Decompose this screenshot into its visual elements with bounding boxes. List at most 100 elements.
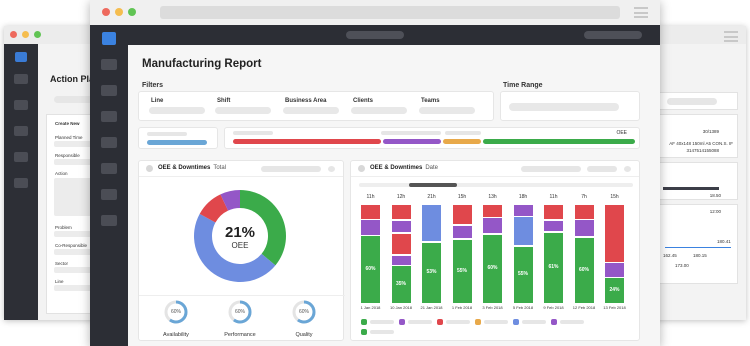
bar-total-label: 21h	[427, 194, 436, 200]
bar-segment	[513, 217, 533, 246]
stacked-bar[interactable]: 55%	[452, 203, 472, 303]
legend-text	[370, 320, 394, 324]
clients-select[interactable]	[351, 107, 407, 114]
legend-item[interactable]	[437, 319, 470, 325]
bar-value-label: 53%	[426, 269, 437, 276]
field-label: Responsible	[55, 153, 80, 158]
minimize-dot[interactable]	[115, 8, 123, 16]
bar-segment	[452, 225, 472, 239]
legend-item[interactable]	[399, 319, 432, 325]
nav-icon[interactable]	[101, 163, 117, 174]
field-label: Sector	[55, 261, 69, 266]
legend-swatch	[399, 319, 405, 325]
filter-label-line: Line	[151, 98, 164, 104]
value-text: 180.15	[693, 253, 707, 258]
close-dot[interactable]	[10, 31, 17, 38]
bar-segment	[544, 221, 563, 232]
page-title: Manufacturing Report	[142, 58, 262, 70]
bar-value-label: 60%	[487, 265, 498, 272]
maximize-dot[interactable]	[128, 8, 136, 16]
bar-segment	[391, 255, 411, 265]
nav-icon[interactable]	[14, 74, 28, 84]
bar-value-label: 35%	[395, 280, 406, 287]
gauge-label: Performance	[224, 332, 256, 338]
oee-segment-orange	[443, 139, 481, 144]
gauge-value: 60%	[234, 309, 245, 315]
legend-swatch	[361, 319, 367, 325]
nav-icon[interactable]	[101, 215, 117, 226]
business-area-select[interactable]	[283, 107, 339, 114]
value-text: 180.41	[717, 239, 731, 244]
x-tick-label: 3 Feb 2018	[482, 305, 503, 310]
legend-swatch	[475, 319, 481, 325]
search-box	[656, 92, 738, 110]
teams-select[interactable]	[419, 107, 475, 114]
x-tick-label: 21 Jan 2018	[420, 305, 443, 310]
menu-icon[interactable]	[634, 7, 648, 18]
oee-segment-green	[483, 139, 635, 144]
close-dot[interactable]	[102, 8, 110, 16]
filters-card: Line Shift Business Area Clients Teams	[138, 91, 494, 121]
nav-icon[interactable]	[101, 189, 117, 200]
bar-segment	[544, 204, 563, 220]
stacked-bar[interactable]: 55%	[513, 203, 533, 303]
bar-total-label: 11h	[549, 194, 558, 200]
stacked-bar[interactable]: 35%	[391, 203, 411, 303]
donut-center-label: 21% OEE	[210, 224, 270, 250]
legend-item[interactable]	[361, 319, 394, 325]
field-label: Problem	[55, 225, 72, 230]
minimize-dot[interactable]	[22, 31, 29, 38]
stacked-bar[interactable]: 60%	[574, 203, 594, 303]
nav-icon[interactable]	[101, 85, 117, 96]
bar-segment	[391, 220, 411, 233]
stacked-bar[interactable]: 53%	[422, 203, 441, 303]
menu-icon[interactable]	[724, 31, 738, 42]
url-bar[interactable]	[160, 6, 620, 19]
value-text: 30/1389	[702, 129, 719, 134]
x-tick-label: 1 Jan 2018	[360, 305, 381, 310]
time-range-card	[500, 91, 640, 121]
maximize-dot[interactable]	[34, 31, 41, 38]
bar-segment	[605, 204, 624, 262]
legend-item[interactable]	[361, 329, 394, 335]
nav-icon[interactable]	[101, 59, 117, 70]
stacked-bar[interactable]: 61%	[544, 203, 563, 303]
logo-icon	[102, 32, 116, 45]
header-placeholder	[346, 31, 404, 39]
line-select[interactable]	[149, 107, 205, 114]
gauge-label: Quality	[295, 332, 313, 338]
legend-item[interactable]	[551, 319, 584, 325]
bar-total-label: 18h	[518, 194, 528, 200]
stacked-bar[interactable]: 24%	[605, 203, 624, 303]
form-title: Create New	[55, 121, 80, 126]
oee-label: OEE	[231, 241, 249, 250]
nav-icon[interactable]	[14, 126, 28, 136]
oee-segment-red	[233, 139, 381, 144]
x-tick-label: 9 Feb 2018	[543, 305, 564, 310]
oee-summary-card: OEE & Downtimes Total 21% OEE 60% Availab…	[138, 160, 345, 341]
bar-segment	[574, 204, 594, 219]
legend-item[interactable]	[513, 319, 546, 325]
nav-icon[interactable]	[101, 137, 117, 148]
nav-icon[interactable]	[101, 111, 117, 122]
bar-total-label: 11h	[366, 194, 375, 200]
legend-text	[370, 330, 394, 334]
filter-label-shift: Shift	[217, 98, 231, 104]
bar-total-label: 15h	[457, 194, 467, 200]
nav-icon[interactable]	[14, 152, 28, 162]
stacked-bar[interactable]: 60%	[483, 203, 502, 303]
time-range-select[interactable]	[509, 103, 619, 111]
stacked-bar[interactable]: 60%	[361, 203, 380, 303]
bar-value-label: 61%	[548, 264, 559, 271]
legend-item[interactable]	[475, 319, 508, 325]
card-title: OEE & Downtimes Total	[158, 165, 227, 171]
value-text: 18.50	[709, 193, 721, 198]
gauge-value: 60%	[298, 309, 309, 315]
nav-icon[interactable]	[14, 178, 28, 188]
sidebar	[90, 25, 128, 346]
progress-box: 18.50	[656, 162, 738, 200]
shift-select[interactable]	[215, 107, 271, 114]
oee-segment-purple	[383, 139, 441, 144]
nav-icon[interactable]	[14, 100, 28, 110]
legend-swatch	[551, 319, 557, 325]
